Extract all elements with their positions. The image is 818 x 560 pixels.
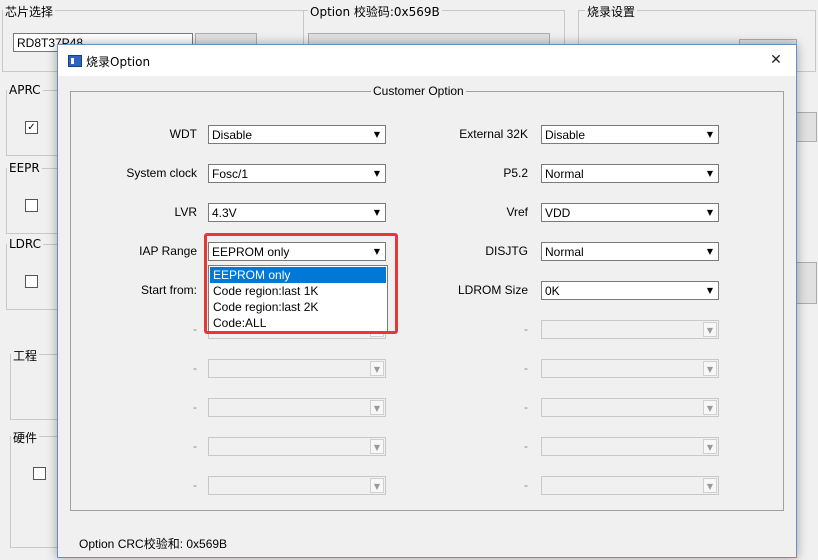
left-combo-1[interactable]: Fosc/1 ▼ — [208, 164, 386, 183]
chevron-down-icon: ▼ — [703, 439, 717, 454]
right-combo-value-1: Normal — [545, 167, 584, 181]
ldrom-label: LDRC — [7, 237, 44, 251]
chevron-down-icon: ▼ — [703, 361, 717, 376]
aprom-checkbox[interactable]: ✓ — [25, 121, 38, 134]
right-combo-value-0: Disable — [545, 128, 586, 142]
right-label-3: DISJTG — [485, 244, 528, 258]
left-combo-8: ▼ — [208, 437, 386, 456]
chevron-down-icon[interactable]: ▼ — [703, 166, 717, 181]
left-label-7: - — [193, 400, 197, 414]
chevron-down-icon[interactable]: ▼ — [703, 244, 717, 259]
right-side-button-2[interactable] — [795, 262, 817, 304]
right-combo-4[interactable]: 0K ▼ — [541, 281, 719, 300]
left-combo-9: ▼ — [208, 476, 386, 495]
right-label-9: - — [524, 478, 528, 492]
burn-settings-label: 烧录设置 — [585, 3, 638, 20]
right-combo-0[interactable]: Disable ▼ — [541, 125, 719, 144]
chevron-down-icon: ▼ — [370, 361, 384, 376]
chevron-down-icon[interactable]: ▼ — [370, 166, 384, 181]
right-side-button[interactable] — [795, 112, 817, 142]
chevron-down-icon[interactable]: ▼ — [703, 127, 717, 142]
right-label-0: External 32K — [459, 127, 528, 141]
left-label-5: - — [193, 322, 197, 336]
left-label-8: - — [193, 439, 197, 453]
chevron-down-icon: ▼ — [703, 478, 717, 493]
left-combo-2[interactable]: 4.3V ▼ — [208, 203, 386, 222]
left-label-3: IAP Range — [139, 244, 197, 258]
left-combo-0[interactable]: Disable ▼ — [208, 125, 386, 144]
right-label-4: LDROM Size — [457, 283, 528, 297]
left-label-9: - — [193, 478, 197, 492]
right-label-1: P5.2 — [503, 166, 528, 180]
right-combo-8: ▼ — [541, 437, 719, 456]
right-combo-2[interactable]: VDD ▼ — [541, 203, 719, 222]
right-label-8: - — [524, 439, 528, 453]
right-combo-value-2: VDD — [545, 206, 571, 220]
left-combo-6: ▼ — [208, 359, 386, 378]
chevron-down-icon[interactable]: ▼ — [370, 205, 384, 220]
right-combo-value-4: 0K — [545, 284, 560, 298]
chevron-down-icon[interactable]: ▼ — [703, 205, 717, 220]
chevron-down-icon[interactable]: ▼ — [370, 127, 384, 142]
annotation-highlight-box — [204, 233, 398, 334]
left-label-0: WDT — [169, 127, 197, 141]
right-combo-6: ▼ — [541, 359, 719, 378]
eeprom-checkbox[interactable] — [25, 199, 38, 212]
chevron-down-icon[interactable]: ▼ — [703, 283, 717, 298]
right-combo-5: ▼ — [541, 320, 719, 339]
customer-option-title: Customer Option — [371, 84, 466, 98]
right-label-6: - — [524, 361, 528, 375]
right-combo-1[interactable]: Normal ▼ — [541, 164, 719, 183]
ldrom-checkbox[interactable] — [25, 275, 38, 288]
option-crc-checksum: Option CRC校验和: 0x569B — [79, 537, 228, 551]
left-combo-value-2: 4.3V — [212, 206, 237, 220]
right-combo-7: ▼ — [541, 398, 719, 417]
dialog-title: 烧录Option — [86, 55, 151, 69]
chevron-down-icon: ▼ — [703, 400, 717, 415]
chevron-down-icon: ▼ — [370, 478, 384, 493]
eeprom-label: EEPR — [7, 161, 42, 175]
left-label-2: LVR — [174, 205, 197, 219]
chevron-down-icon: ▼ — [703, 322, 717, 337]
left-label-4: Start from: — [140, 283, 197, 297]
left-label-6: - — [193, 361, 197, 375]
left-label-1: System clock — [126, 166, 197, 180]
dialog-titlebar[interactable]: 烧录Option ✕ — [58, 45, 796, 76]
right-combo-3[interactable]: Normal ▼ — [541, 242, 719, 261]
left-combo-value-1: Fosc/1 — [212, 167, 249, 181]
chevron-down-icon: ▼ — [370, 400, 384, 415]
right-combo-9: ▼ — [541, 476, 719, 495]
chevron-down-icon: ▼ — [370, 439, 384, 454]
right-label-5: - — [524, 322, 528, 336]
right-combo-value-3: Normal — [545, 245, 584, 259]
project-label: 工程 — [11, 347, 40, 364]
app-window-icon — [68, 55, 82, 67]
left-combo-7: ▼ — [208, 398, 386, 417]
hardware-checkbox[interactable] — [33, 467, 46, 480]
right-label-7: - — [524, 400, 528, 414]
left-combo-value-0: Disable — [212, 128, 253, 142]
right-label-2: Vref — [506, 205, 528, 219]
hardware-label: 硬件 — [11, 429, 40, 446]
chip-select-label: 芯片选择 — [3, 3, 56, 20]
aprom-label: APRC — [7, 83, 43, 97]
option-checksum-label: Option 校验码:0x569B — [308, 3, 442, 20]
close-icon[interactable]: ✕ — [756, 45, 796, 76]
